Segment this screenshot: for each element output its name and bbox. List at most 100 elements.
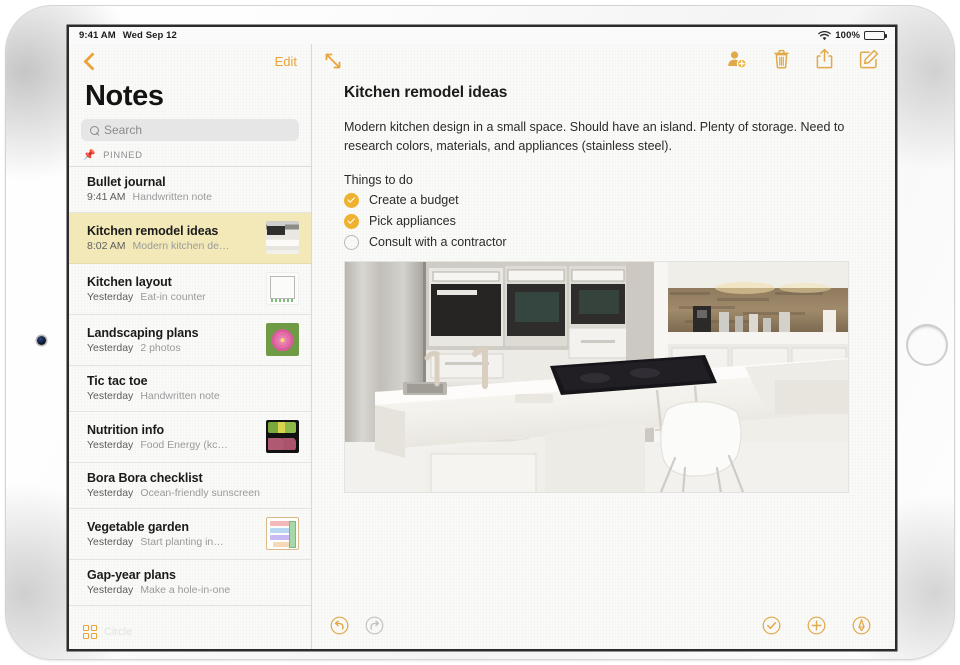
sidebar-nav: Edit <box>69 44 311 78</box>
pin-icon: 📌 <box>83 149 97 161</box>
note-list-item-subtitle: 8:02 AM Modern kitchen de… <box>87 240 258 252</box>
grid-folders-icon[interactable] <box>83 625 97 639</box>
battery-full-icon <box>864 30 887 41</box>
note-list-item-snippet: Make a hole-in-one <box>140 584 231 596</box>
todo-item-label: Consult with a contractor <box>369 235 507 250</box>
sidebar-footer: Circle <box>69 615 311 649</box>
search-input[interactable]: Search <box>81 119 299 141</box>
note-list-item-title: Bora Bora checklist <box>87 471 203 485</box>
wifi-icon <box>818 30 832 40</box>
note-list-item-title: Landscaping plans <box>87 325 199 340</box>
note-list-item[interactable]: Gap-year plans Yesterday Make a hole-in-on… <box>69 560 311 606</box>
note-list-item-snippet: 2 photos <box>140 341 181 354</box>
note-list-item-time: Yesterday <box>87 341 134 354</box>
note-list-item-thumbnail <box>266 221 299 254</box>
undo-icon[interactable] <box>330 616 349 640</box>
note-list: Bullet journal 9:41 AM Handwritten note Kit… <box>69 166 311 606</box>
note-list-item[interactable]: Kitchen layout Yesterday Eat-in counter <box>69 264 311 315</box>
redo-icon <box>365 616 384 640</box>
ipad-device-frame: 9:41 AM Wed Sep 12 100% Edit Notes Searc… <box>6 6 954 659</box>
todo-list: Create a budget Pick appliances Consult wi… <box>344 192 865 250</box>
todo-item[interactable]: Pick appliances <box>344 213 865 229</box>
bottom-toolbar <box>312 607 895 649</box>
home-button[interactable] <box>906 324 948 366</box>
note-list-item-snippet: Modern kitchen de… <box>132 239 230 252</box>
note-list-item-snippet: Food Energy (kc… <box>140 438 228 451</box>
note-list-item-subtitle: Yesterday Food Energy (kc… <box>87 439 258 451</box>
screen: 9:41 AM Wed Sep 12 100% Edit Notes Searc… <box>69 27 895 649</box>
note-list-item-snippet: Eat-in counter <box>140 290 206 303</box>
todo-item[interactable]: Consult with a contractor <box>344 234 865 250</box>
note-list-item[interactable]: Nutrition info Yesterday Food Energy (kc… <box>69 412 311 463</box>
note-list-item[interactable]: Bora Bora checklist Yesterday Ocean-friend… <box>69 463 311 509</box>
expand-collapse-icon[interactable] <box>324 52 342 70</box>
note-list-item-thumbnail <box>266 272 299 305</box>
status-date: Wed Sep 12 <box>122 30 177 41</box>
note-list-item-subtitle: Yesterday Handwritten note <box>87 390 299 402</box>
note-list-item-time: Yesterday <box>87 584 134 596</box>
checklist-icon[interactable] <box>762 616 781 640</box>
chevron-left-icon[interactable] <box>83 52 94 70</box>
note-photo[interactable] <box>344 260 849 493</box>
note-list-item-title: Tic tac toe <box>87 374 148 388</box>
battery-percent: 100% <box>835 30 860 41</box>
note-list-item-thumbnail <box>266 517 299 550</box>
status-time: 9:41 AM <box>79 30 116 41</box>
checkbox-checked-icon[interactable] <box>344 213 359 229</box>
page-title: Notes <box>85 80 164 112</box>
note-list-item-title: Gap-year plans <box>87 568 176 582</box>
share-icon[interactable] <box>816 48 833 74</box>
note-list-item-snippet: Handwritten note <box>132 191 212 203</box>
note-list-item-title: Kitchen layout <box>87 274 172 289</box>
search-placeholder: Search <box>104 123 143 137</box>
note-list-item[interactable]: Tic tac toe Yesterday Handwritten note <box>69 366 311 412</box>
note-body: Kitchen remodel ideas Modern kitchen des… <box>312 78 895 493</box>
note-list-item-subtitle: Yesterday Ocean-friendly sunscreen <box>87 487 299 499</box>
note-list-item-time: Yesterday <box>87 487 134 499</box>
detail-toolbar <box>312 44 895 78</box>
note-list-item-title: Nutrition info <box>87 422 165 437</box>
edit-button[interactable]: Edit <box>275 54 297 69</box>
note-list-item-time: Yesterday <box>87 390 134 402</box>
status-bar: 9:41 AM Wed Sep 12 100% <box>69 27 895 44</box>
markup-pen-icon[interactable] <box>852 616 871 640</box>
pinned-section-header: 📌 PINNED <box>69 150 311 166</box>
todo-item-label: Create a budget <box>369 193 459 208</box>
note-list-item-title: Kitchen remodel ideas <box>87 223 219 238</box>
search-icon <box>90 125 99 135</box>
front-camera <box>37 336 46 345</box>
note-list-item-snippet: Start planting in… <box>140 535 224 548</box>
folder-label: Circle <box>104 626 133 638</box>
note-list-item-subtitle: Yesterday Start planting in… <box>87 536 258 548</box>
note-list-item-subtitle: 9:41 AM Handwritten note <box>87 191 299 203</box>
todo-item-label: Pick appliances <box>369 214 456 229</box>
todo-item[interactable]: Create a budget <box>344 192 865 208</box>
note-list-item[interactable]: Vegetable garden Yesterday Start planting … <box>69 509 311 560</box>
note-list-item[interactable]: Bullet journal 9:41 AM Handwritten note <box>69 167 311 213</box>
note-detail-pane: Kitchen remodel ideas Modern kitchen des… <box>312 44 895 649</box>
pinned-label: PINNED <box>103 150 143 161</box>
add-collaborator-icon[interactable] <box>726 49 747 74</box>
note-list-item-time: Yesterday <box>87 535 134 548</box>
note-paragraph-line-1: Modern kitchen design in a small space. … <box>344 120 798 134</box>
add-attachment-icon[interactable] <box>807 616 826 640</box>
note-list-item[interactable]: Kitchen remodel ideas 8:02 AM Modern kitch… <box>69 213 311 264</box>
trash-icon[interactable] <box>773 49 790 74</box>
note-list-item-time: Yesterday <box>87 290 134 303</box>
note-list-item[interactable]: Landscaping plans Yesterday 2 photos <box>69 315 311 366</box>
sidebar: Edit Notes Search 📌 PINNED Bullet journa… <box>69 44 312 649</box>
compose-icon[interactable] <box>859 49 879 74</box>
checkbox-checked-icon[interactable] <box>344 192 359 208</box>
note-list-item-time: 8:02 AM <box>87 239 126 252</box>
note-list-item-time: 9:41 AM <box>87 191 126 203</box>
note-list-item-snippet: Ocean-friendly sunscreen <box>140 487 260 499</box>
note-list-item-subtitle: Yesterday Make a hole-in-one <box>87 584 299 596</box>
note-list-item-time: Yesterday <box>87 438 134 451</box>
checkbox-unchecked-icon[interactable] <box>344 234 359 250</box>
note-paragraph: Modern kitchen design in a small space. … <box>344 118 864 157</box>
note-list-item-snippet: Handwritten note <box>140 390 220 402</box>
note-list-item-thumbnail <box>266 420 299 453</box>
note-list-item-thumbnail <box>266 323 299 356</box>
note-list-item-subtitle: Yesterday Eat-in counter <box>87 291 258 303</box>
note-title: Kitchen remodel ideas <box>344 84 508 101</box>
